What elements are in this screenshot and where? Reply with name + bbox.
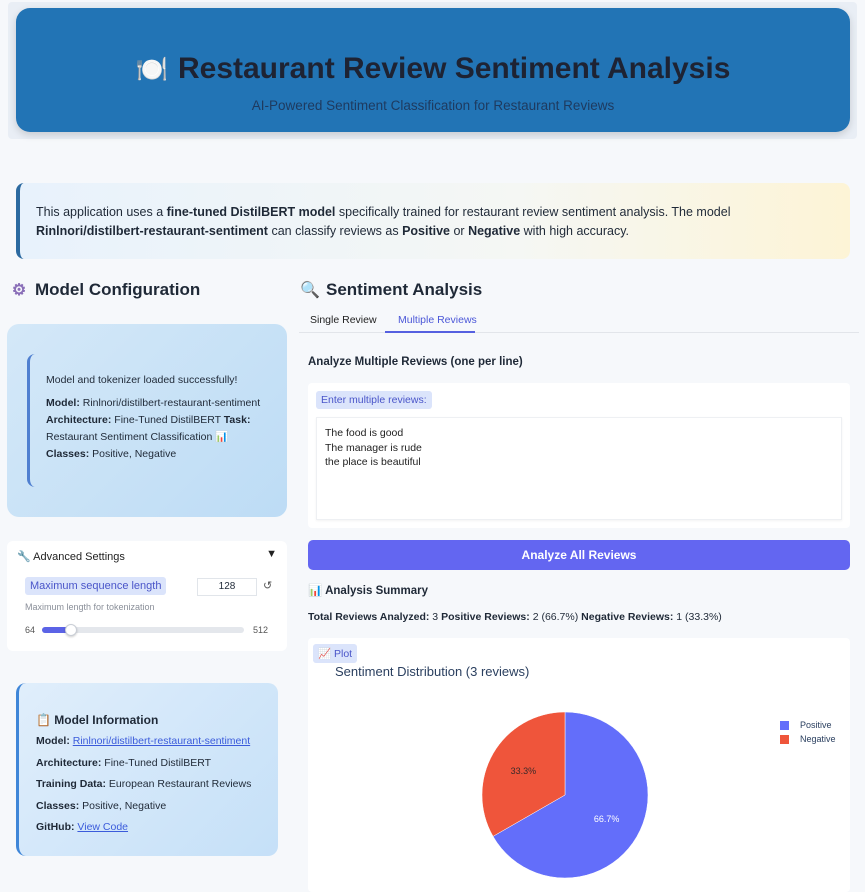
status-classes-label: Classes: xyxy=(46,448,90,460)
chart-legend: Positive Negative xyxy=(780,718,836,746)
sentiment-analysis-heading: 🔍 Sentiment Analysis xyxy=(300,280,482,300)
legend-item-negative[interactable]: Negative xyxy=(780,732,836,746)
analysis-summary-text: Total Reviews Analyzed: 3 Positive Revie… xyxy=(308,611,722,623)
model-info-row-arch: Architecture: Fine-Tuned DistilBERT xyxy=(36,757,278,779)
model-config-title: Model Configuration xyxy=(35,280,201,299)
mi-arch-label: Architecture: xyxy=(36,756,102,769)
advanced-settings-header[interactable]: 🔧 Advanced Settings xyxy=(17,550,125,563)
page-subtitle: AI-Powered Sentiment Classification for … xyxy=(251,98,615,113)
mi-classes-value: Positive, Negative xyxy=(79,799,167,812)
intro-text-3: can classify reviews as xyxy=(267,224,403,238)
model-information-title: 📋 Model Information xyxy=(36,713,159,727)
app-header: 🍽️ Restaurant Review Sentiment Analysis A… xyxy=(16,8,850,132)
model-config-heading: ⚙ Model Configuration xyxy=(9,280,200,300)
plot-label-text: Plot xyxy=(334,648,353,660)
chart-icon: 📈 xyxy=(318,648,332,660)
positive-label: Positive Reviews: xyxy=(441,611,530,623)
page-title: 🍽️ Restaurant Review Sentiment Analysis xyxy=(16,52,850,86)
plate-icon: 🍽️ xyxy=(135,54,168,84)
mi-model-label: Model: xyxy=(36,735,70,747)
intro-bold-3: Positive xyxy=(402,224,450,238)
status-model-value: Rinlnori/distilbert-restaurant-sentiment xyxy=(79,397,261,409)
max-seq-length-slider[interactable] xyxy=(42,624,244,636)
github-link[interactable]: View Code xyxy=(77,821,128,833)
reset-icon[interactable]: ↺ xyxy=(263,579,272,592)
page-title-text: Restaurant Review Sentiment Analysis xyxy=(177,52,731,85)
model-status-inner: Model and tokenizer loaded successfully!… xyxy=(27,354,267,487)
active-tab-indicator xyxy=(385,331,475,333)
sentiment-analysis-title: Sentiment Analysis xyxy=(326,280,483,299)
legend-item-positive[interactable]: Positive xyxy=(780,718,836,732)
multiple-reviews-heading: Analyze Multiple Reviews (one per line) xyxy=(308,356,523,368)
total-label: Total Reviews Analyzed: xyxy=(308,611,430,623)
reviews-input-container: Enter multiple reviews: The food is good… xyxy=(308,383,850,528)
pie-label-negative: 33.3% xyxy=(511,766,537,776)
intro-bold-2: Rinlnori/distilbert-restaurant-sentiment xyxy=(36,224,268,238)
legend-swatch-negative xyxy=(780,734,789,744)
model-info-row-model: Model: Rinlnori/distilbert-restaurant-se… xyxy=(36,735,278,757)
max-seq-length-label: Maximum sequence length xyxy=(25,577,167,595)
model-info-row-classes: Classes: Positive, Negative xyxy=(36,800,278,822)
slider-max-label: 512 xyxy=(253,625,269,635)
intro-text-4: or xyxy=(450,224,469,238)
chart-title: Sentiment Distribution (3 reviews) xyxy=(335,664,530,679)
status-task-value: Restaurant Sentiment Classification 📊 xyxy=(46,431,229,443)
tab-single-review[interactable]: Single Review xyxy=(310,314,377,326)
status-model-label: Model: xyxy=(46,397,80,409)
tab-multiple-reviews[interactable]: Multiple Reviews xyxy=(398,314,477,326)
plot-container: 66.7% 33.3% 📈 Plot Sentiment Distribution… xyxy=(308,638,850,892)
wrench-icon: 🔧 xyxy=(17,551,31,563)
intro-bold-4: Negative xyxy=(468,224,521,238)
search-icon: 🔍 xyxy=(300,282,320,299)
intro-info-box: This application uses a fine-tuned Disti… xyxy=(16,183,850,259)
max-seq-length-input[interactable]: 128 xyxy=(197,578,257,596)
status-details: Model: Rinlnori/distilbert-restaurant-se… xyxy=(46,395,267,463)
analysis-tabs: Single Review Multiple Reviews xyxy=(299,309,859,333)
status-classes-value: Positive, Negative xyxy=(89,448,177,460)
model-info-row-github: GitHub: View Code xyxy=(36,821,278,843)
analysis-summary-title: 📊 Analysis Summary xyxy=(308,585,428,597)
pie-label-positive: 66.7% xyxy=(594,814,620,824)
legend-label-positive: Positive xyxy=(800,720,832,730)
negative-label: Negative Reviews: xyxy=(581,611,674,623)
plot-label: 📈 Plot xyxy=(313,644,358,663)
advanced-settings-panel: 🔧 Advanced Settings ▼ Maximum sequence l… xyxy=(7,541,287,651)
negative-value: 1 (33.3%) xyxy=(673,611,722,623)
intro-text-5: with high accuracy. xyxy=(520,224,630,238)
slider-min-label: 64 xyxy=(25,625,36,635)
max-seq-length-hint: Maximum length for tokenization xyxy=(25,602,155,612)
legend-swatch-positive xyxy=(780,720,789,730)
model-status-card: Model and tokenizer loaded successfully!… xyxy=(7,324,287,517)
model-info-row-training: Training Data: European Restaurant Revie… xyxy=(36,778,278,800)
status-task-label: Task: xyxy=(223,414,251,426)
status-arch-value: Fine-Tuned DistilBERT xyxy=(111,414,224,426)
status-loaded-text: Model and tokenizer loaded successfully! xyxy=(46,374,238,386)
reviews-textarea[interactable]: The food is good The manager is rude the… xyxy=(316,417,842,520)
mi-arch-value: Fine-Tuned DistilBERT xyxy=(101,756,212,769)
model-information-card: 📋 Model Information Model: Rinlnori/dist… xyxy=(16,683,278,856)
mi-training-label: Training Data: xyxy=(36,778,107,790)
mi-classes-label: Classes: xyxy=(36,799,80,812)
model-link[interactable]: Rinlnori/distilbert-restaurant-sentiment xyxy=(73,735,250,747)
status-arch-label: Architecture: xyxy=(46,414,112,426)
mi-training-value: European Restaurant Reviews xyxy=(106,778,252,790)
intro-text-1: This application uses a xyxy=(36,205,167,219)
slider-handle[interactable] xyxy=(64,624,77,636)
total-value: 3 xyxy=(429,611,442,623)
reviews-input-label: Enter multiple reviews: xyxy=(316,391,432,409)
intro-text-2: specifically trained for restaurant revi… xyxy=(335,205,731,219)
gear-icon: ⚙ xyxy=(11,282,27,299)
mi-github-label: GitHub: xyxy=(36,821,75,833)
advanced-settings-title: Advanced Settings xyxy=(33,551,125,563)
analyze-all-reviews-button[interactable]: Analyze All Reviews xyxy=(308,540,850,570)
intro-bold-1: fine-tuned DistilBERT model xyxy=(166,205,336,219)
legend-label-negative: Negative xyxy=(800,734,836,744)
positive-value: 2 (66.7%) xyxy=(529,611,582,623)
collapse-toggle-icon[interactable]: ▼ xyxy=(266,548,277,560)
